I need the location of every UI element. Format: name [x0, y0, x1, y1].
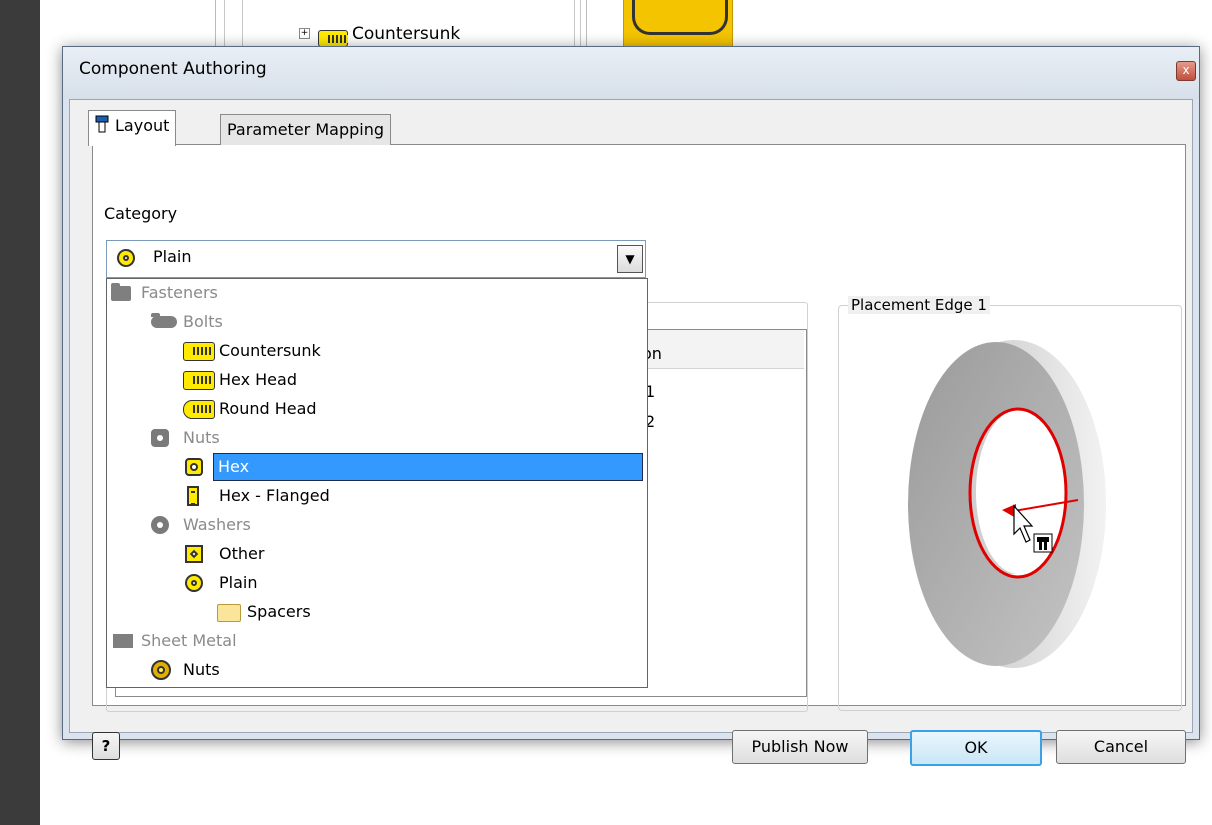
list-item[interactable]: Nuts — [107, 656, 647, 684]
background-tree-item-label[interactable]: Countersunk — [352, 24, 460, 44]
countersunk-bolt-icon — [318, 30, 348, 47]
list-item: Washers — [107, 511, 647, 539]
sheet-metal-icon — [113, 634, 133, 648]
publish-now-button[interactable]: Publish Now — [732, 730, 868, 764]
nut-grey-icon — [151, 429, 169, 447]
list-item[interactable]: Hex - Flanged — [107, 482, 647, 510]
ok-button[interactable]: OK — [910, 730, 1042, 766]
bolt-thumbnail-icon — [632, 0, 728, 35]
folder-open-icon — [217, 604, 241, 622]
list-item: Nuts — [107, 424, 647, 452]
category-dropdown-list: Fasteners Bolts Countersunk Hex Head Rou… — [106, 278, 648, 688]
category-combobox[interactable]: Plain ▼ — [106, 240, 646, 278]
plain-washer-icon — [117, 249, 135, 267]
background-window-edge — [0, 0, 40, 825]
list-item-selected[interactable]: Hex — [107, 453, 647, 481]
list-item[interactable]: Round Head — [107, 395, 647, 423]
plain-washer-icon — [185, 574, 203, 592]
preview-title: Placement Edge 1 — [848, 296, 990, 314]
square-washer-icon — [185, 545, 203, 563]
tab-layout-label: Layout — [115, 116, 170, 135]
help-button[interactable]: ? — [92, 732, 120, 760]
close-button[interactable]: x — [1176, 61, 1196, 81]
list-item: Sheet Metal — [107, 627, 647, 655]
flanged-nut-icon — [187, 486, 199, 506]
dialog-titlebar[interactable]: Component Authoring x — [63, 47, 1199, 99]
round-head-bolt-icon — [183, 400, 215, 419]
list-item: Bolts — [107, 308, 647, 336]
hex-nut-icon — [185, 458, 203, 476]
cancel-button[interactable]: Cancel — [1056, 730, 1186, 764]
hex-head-bolt-icon — [183, 371, 215, 390]
dialog-client-area: Layout Parameter Mapping Category Plain … — [69, 99, 1193, 766]
bolt-grey-icon — [151, 313, 177, 328]
list-item[interactable]: Plain — [107, 569, 647, 597]
tab-layout[interactable]: Layout — [88, 110, 177, 146]
list-item[interactable]: Hex Head — [107, 366, 647, 394]
component-authoring-dialog: Component Authoring x Layout Parameter M… — [62, 46, 1200, 766]
category-selected-value: Plain — [153, 247, 192, 266]
tab-parameter-mapping-label: Parameter Mapping — [227, 120, 384, 139]
list-item: Fasteners — [107, 279, 647, 307]
folder-dark-icon — [111, 283, 131, 301]
list-item[interactable]: Other — [107, 540, 647, 568]
tree-expand-icon[interactable]: + — [299, 28, 310, 39]
category-label: Category — [104, 204, 178, 223]
dialog-title: Component Authoring — [79, 59, 267, 79]
list-item[interactable]: Countersunk — [107, 337, 647, 365]
countersunk-bolt-icon — [183, 342, 215, 361]
gold-nut-icon — [151, 660, 171, 680]
dropdown-arrow-icon[interactable]: ▼ — [617, 245, 643, 273]
bolt-small-icon — [95, 113, 109, 133]
tab-parameter-mapping[interactable]: Parameter Mapping — [220, 114, 391, 145]
list-item[interactable]: Spacers — [107, 598, 647, 626]
washer-grey-icon — [151, 516, 169, 534]
washer-3d-preview[interactable] — [896, 336, 1116, 676]
